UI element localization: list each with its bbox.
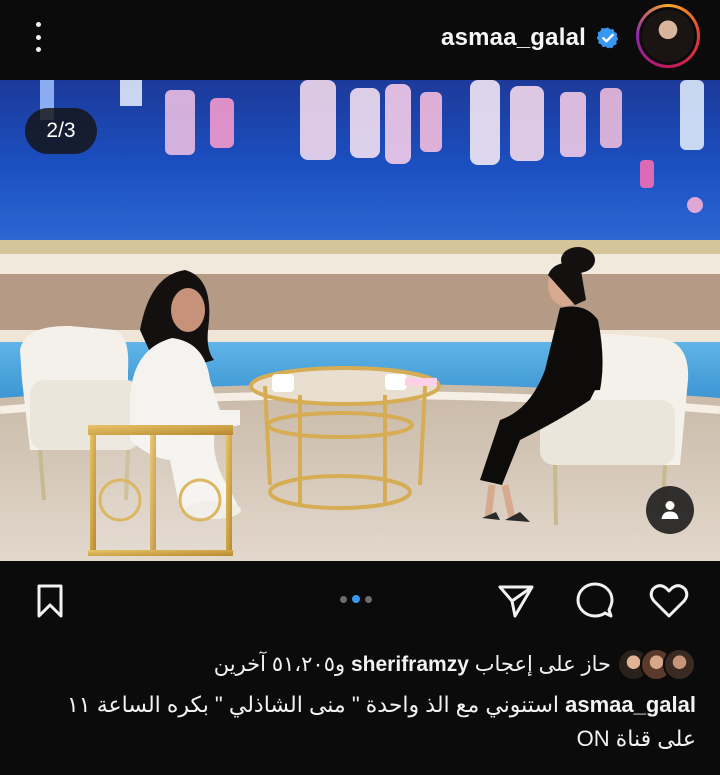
liker-avatars	[617, 647, 696, 681]
header-username[interactable]: asmaa_galal	[441, 24, 586, 52]
carousel-counter: 2/3	[25, 108, 97, 154]
liker-avatar	[663, 647, 696, 681]
send-icon[interactable]	[496, 581, 536, 621]
person-icon-glyph	[661, 501, 679, 519]
verified-badge-icon	[596, 27, 619, 49]
likes-row[interactable]: حاز على إعجاب sheriframzy و٥١،٢٠٥ آخرين	[214, 644, 696, 684]
post-caption: asmaa_galal استنوني مع الذ واحدة " منى ا…	[40, 688, 696, 756]
likes-prefix: حاز على إعجاب	[474, 652, 611, 676]
carousel-dot	[340, 595, 347, 603]
talk-show-studio-photo	[0, 80, 720, 561]
person-icon[interactable]	[646, 486, 694, 534]
likes-text[interactable]: حاز على إعجاب sheriframzy و٥١،٢٠٥ آخرين	[214, 652, 611, 677]
caption-username[interactable]: asmaa_galal	[565, 692, 696, 717]
profile-avatar[interactable]	[636, 4, 700, 68]
likes-user[interactable]: sheriframzy	[351, 653, 469, 676]
post-header: asmaa_galal	[0, 0, 720, 80]
likes-count: و٥١،٢٠٥ آخرين	[213, 652, 346, 676]
comment-icon[interactable]	[575, 581, 615, 621]
carousel-dots	[340, 595, 372, 603]
bookmark-icon[interactable]	[30, 581, 70, 621]
post-photo[interactable]	[0, 80, 720, 561]
heart-icon[interactable]	[649, 581, 689, 621]
more-vertical-icon[interactable]	[26, 22, 50, 52]
carousel-dot	[365, 595, 372, 603]
carousel-dot-active	[352, 595, 360, 603]
